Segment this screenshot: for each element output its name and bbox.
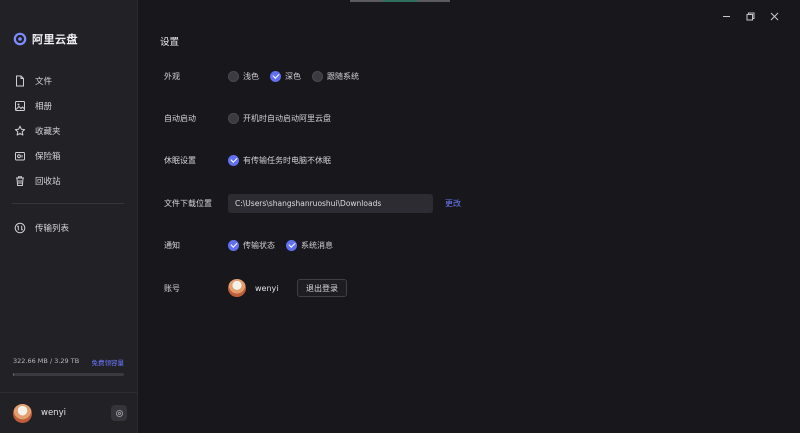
file-icon (16, 75, 24, 86)
theme-option-label: 深色 (285, 71, 301, 81)
theme-radio-system[interactable] (312, 70, 323, 82)
sidebar-item-label: 相册 (35, 101, 53, 112)
sleep-label: 休眠设置 (164, 155, 196, 165)
account-row: 账号 wenyi 退出登录 (164, 278, 347, 298)
theme-option-label: 浅色 (243, 71, 259, 81)
theme-radio-light[interactable] (228, 70, 239, 82)
autostart-checkbox[interactable] (228, 112, 239, 124)
app-name: 阿里云盘 (32, 33, 78, 46)
appearance-label: 外观 (164, 71, 180, 81)
logo-icon (13, 32, 27, 46)
logout-button[interactable]: 退出登录 (297, 279, 347, 297)
notify-label: 通知 (164, 240, 180, 250)
autostart-row: 自动启动 开机时自动启动阿里云盘 (164, 110, 342, 126)
settings-button[interactable] (111, 405, 127, 421)
sidebar-item-files[interactable]: 文件 (0, 68, 138, 93)
avatar (228, 279, 246, 297)
notify-row: 通知 传输状态 系统消息 (164, 237, 344, 253)
notify-checkbox-system[interactable] (286, 239, 297, 251)
sidebar-item-transfer[interactable]: 传输列表 (0, 215, 138, 240)
autostart-label: 自动启动 (164, 113, 196, 123)
account-label: 账号 (164, 283, 180, 293)
sidebar-item-photos[interactable]: 相册 (0, 93, 138, 118)
notify-option-label: 系统消息 (301, 240, 333, 250)
download-path-field[interactable]: C:\Users\shangshanruoshui\Downloads (228, 193, 433, 213)
theme-option-label: 跟随系统 (327, 71, 359, 81)
autostart-option-label: 开机时自动启动阿里云盘 (243, 113, 331, 123)
gear-icon (115, 409, 123, 417)
storage-bar (13, 373, 124, 376)
page-title: 设置 (160, 37, 180, 48)
appearance-row: 外观 浅色 深色 跟随系统 (164, 68, 370, 84)
photo-icon (15, 100, 25, 111)
settings-panel: 设置 外观 浅色 深色 跟随系统 自动启动 开机时自动启动阿里云盘 休眠设置 有… (138, 0, 800, 433)
user-name: wenyi (41, 408, 66, 418)
sidebar-item-trash[interactable]: 回收站 (0, 168, 138, 193)
sidebar-item-label: 文件 (35, 76, 53, 87)
free-capacity-link[interactable]: 免费领容量 (92, 357, 125, 367)
user-profile[interactable]: wenyi (13, 403, 127, 423)
sidebar-item-label: 传输列表 (35, 223, 70, 234)
sidebar-item-label: 保险箱 (35, 151, 61, 162)
theme-option-system[interactable]: 跟随系统 (312, 70, 359, 82)
notify-option-label: 传输状态 (243, 240, 275, 250)
user-divider (0, 392, 138, 393)
avatar[interactable] (13, 403, 32, 423)
notify-option-transfer[interactable]: 传输状态 (228, 239, 275, 251)
download-row: 文件下载位置 C:\Users\shangshanruoshui\Downloa… (164, 193, 461, 213)
sidebar-divider (12, 203, 124, 204)
download-label: 文件下载位置 (164, 198, 212, 208)
storage-used-text: 322.66 MB / 3.29 TB (13, 357, 80, 365)
sidebar-item-safe[interactable]: 保险箱 (0, 143, 138, 168)
sleep-checkbox[interactable] (228, 154, 239, 166)
autostart-option[interactable]: 开机时自动启动阿里云盘 (228, 112, 331, 124)
change-path-link[interactable]: 更改 (445, 198, 461, 209)
sidebar-item-favorites[interactable]: 收藏夹 (0, 118, 138, 143)
app-logo: 阿里云盘 (13, 30, 78, 48)
sidebar: 阿里云盘 文件 相册 收藏夹 保险箱 回收站 传输列表 322.66 MB / … (0, 0, 138, 433)
theme-option-light[interactable]: 浅色 (228, 70, 259, 82)
sidebar-item-label: 回收站 (35, 176, 61, 187)
star-icon (14, 125, 26, 135)
sleep-option[interactable]: 有传输任务时电脑不休眠 (228, 154, 331, 166)
notify-checkbox-transfer[interactable] (228, 239, 239, 251)
sidebar-item-label: 收藏夹 (35, 126, 61, 137)
transfer-icon (14, 222, 26, 233)
sleep-row: 休眠设置 有传输任务时电脑不休眠 (164, 152, 342, 168)
account-name: wenyi (255, 283, 279, 293)
notify-option-system[interactable]: 系统消息 (286, 239, 333, 251)
safe-icon (15, 151, 25, 160)
storage-usage: 322.66 MB / 3.29 TB 免费领容量 (13, 357, 124, 376)
trash-icon (16, 175, 24, 186)
theme-radio-dark[interactable] (270, 70, 281, 82)
sleep-option-label: 有传输任务时电脑不休眠 (243, 155, 331, 165)
theme-option-dark[interactable]: 深色 (270, 70, 301, 82)
sidebar-nav: 文件 相册 收藏夹 保险箱 回收站 (0, 68, 138, 193)
